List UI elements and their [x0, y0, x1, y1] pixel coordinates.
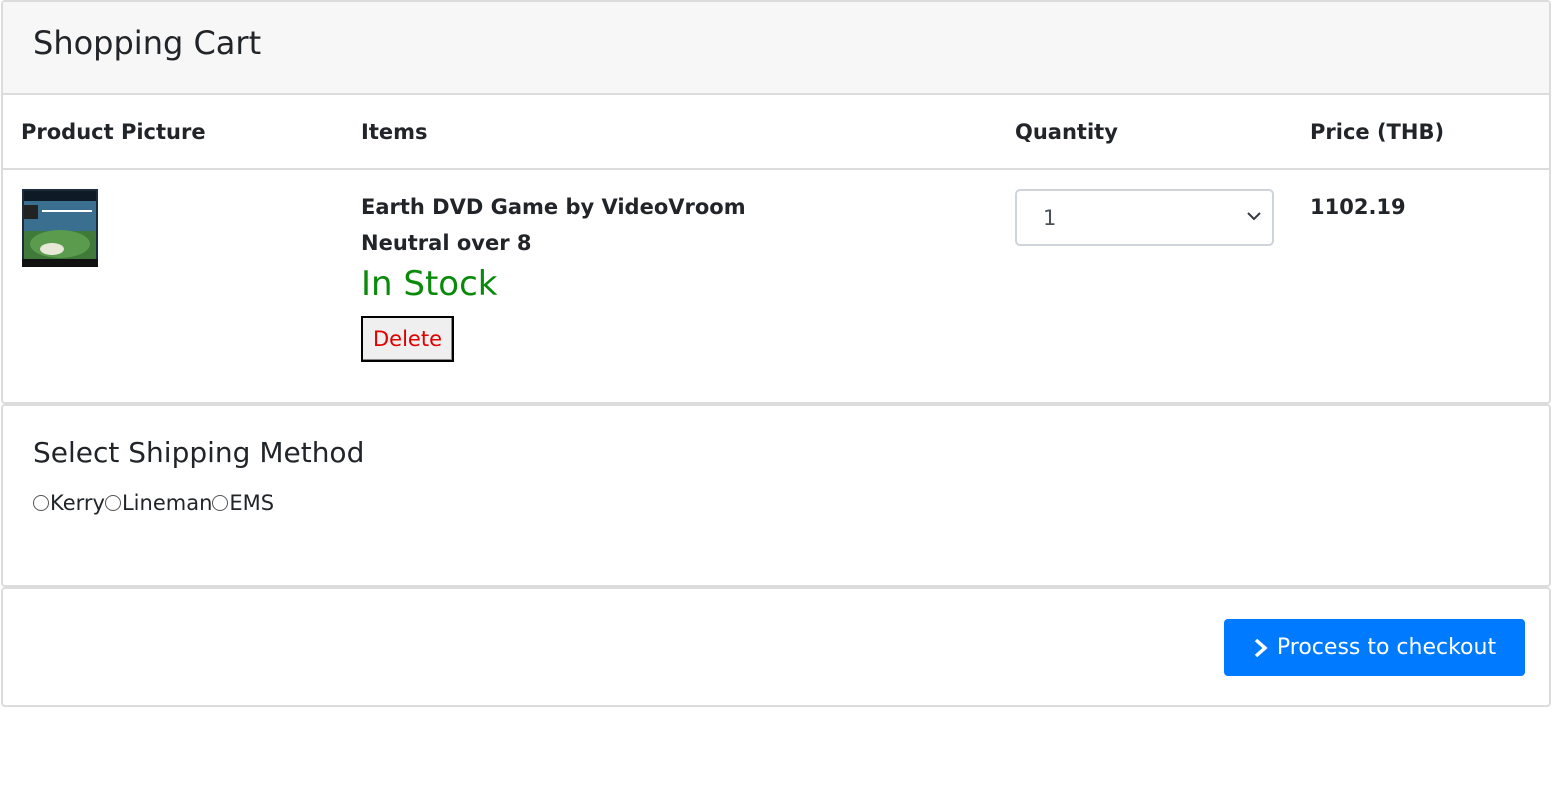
stock-status: In Stock [361, 264, 498, 304]
chevron-right-icon [1254, 638, 1268, 657]
shipping-radio-lineman[interactable] [104, 495, 121, 511]
product-thumbnail[interactable] [22, 189, 98, 267]
column-header-picture: Product Picture [21, 120, 206, 144]
shipping-label-kerry[interactable]: Kerry [50, 491, 105, 515]
item-name: Earth DVD Game by VideoVroom [361, 195, 746, 219]
shipping-label-lineman[interactable]: Lineman [122, 491, 212, 515]
column-header-price: Price (THB) [1310, 120, 1445, 144]
checkout-button[interactable]: Process to checkout [1224, 619, 1525, 676]
shipping-title: Select Shipping Method [33, 436, 365, 469]
column-header-items: Items [361, 120, 428, 144]
cart-header: Shopping Cart [3, 2, 1549, 95]
page-title: Shopping Cart [33, 24, 262, 62]
quantity-select[interactable]: 1 [1015, 189, 1274, 246]
item-subtitle: Neutral over 8 [361, 231, 532, 255]
quantity-value: 1 [1043, 206, 1057, 230]
chevron-down-icon [1247, 212, 1261, 221]
shipping-radio-ems[interactable] [212, 495, 229, 511]
column-header-quantity: Quantity [1015, 120, 1118, 144]
shipping-radio-kerry[interactable] [33, 495, 49, 511]
table-header-divider [3, 168, 1549, 170]
checkout-card: Process to checkout [1, 587, 1551, 707]
shipping-method-card: Select Shipping Method Kerry Lineman EMS [1, 404, 1551, 587]
shipping-options: Kerry Lineman EMS [33, 491, 274, 515]
checkout-button-label: Process to checkout [1276, 635, 1497, 660]
shopping-cart-card: Shopping Cart Product Picture Items Quan… [1, 0, 1551, 404]
shipping-label-ems[interactable]: EMS [229, 491, 274, 515]
delete-button[interactable]: Delete [361, 316, 454, 362]
item-price: 1102.19 [1310, 195, 1406, 219]
